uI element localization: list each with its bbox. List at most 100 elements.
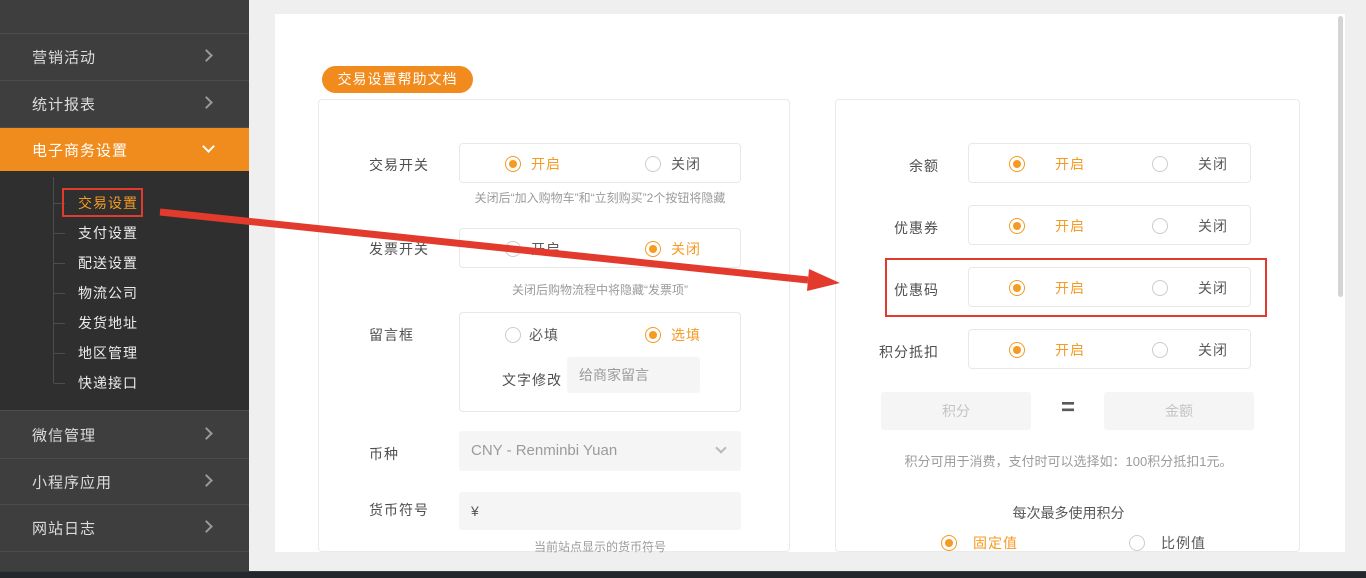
balance-on-label[interactable]: 开启 bbox=[1055, 156, 1085, 173]
submenu-item-label: 快递接口 bbox=[78, 375, 138, 391]
trade-switch-on-radio[interactable] bbox=[505, 156, 521, 172]
sidebar-item-label: 电子商务设置 bbox=[32, 142, 129, 159]
equals-sign: = bbox=[1060, 394, 1075, 421]
sidebar-item-wechat-management[interactable]: 微信管理 bbox=[0, 412, 249, 458]
sidebar-item-label: 营销活动 bbox=[32, 49, 97, 66]
currency-select[interactable]: CNY - Renminbi Yuan bbox=[459, 431, 741, 471]
chevron-down-icon bbox=[202, 139, 215, 153]
message-box-group: 必填 选填 文字修改 bbox=[459, 312, 741, 412]
trade-switch-group: 开启 关闭 bbox=[459, 143, 741, 183]
coupon-off-radio[interactable] bbox=[1152, 218, 1168, 234]
trade-switch-note: 关闭后“加入购物车”和“立刻购买”2个按钮将隐藏 bbox=[474, 191, 726, 205]
promo-code-off-radio[interactable] bbox=[1152, 280, 1168, 296]
sidebar-item-label: 统计报表 bbox=[32, 96, 97, 113]
message-box-label: 留言框 bbox=[369, 327, 414, 343]
message-optional-radio[interactable] bbox=[645, 327, 661, 343]
balance-on-radio[interactable] bbox=[1009, 156, 1025, 172]
amount-input[interactable] bbox=[1104, 392, 1254, 430]
chevron-right-icon bbox=[200, 48, 213, 62]
invoice-switch-on-radio[interactable] bbox=[505, 241, 521, 257]
submenu-item-label: 配送设置 bbox=[78, 255, 138, 271]
main-panel: 交易设置帮助文档 交易开关 开启 关闭 关闭后“加入购物车”和“立刻购买”2个按… bbox=[275, 14, 1345, 554]
coupon-off-label[interactable]: 关闭 bbox=[1198, 218, 1228, 235]
trade-switch-off-label[interactable]: 关闭 bbox=[671, 156, 701, 173]
promo-code-on-label[interactable]: 开启 bbox=[1055, 280, 1085, 297]
sidebar-item-region-management[interactable]: 地区管理 bbox=[0, 338, 249, 368]
chevron-right-icon bbox=[200, 427, 213, 440]
coupon-group: 开启 关闭 bbox=[968, 205, 1251, 245]
submenu-item-label: 地区管理 bbox=[78, 345, 138, 361]
promotion-settings-card: 余额 开启 关闭 优惠券 开启 关闭 优惠码 开启 关闭 积分抵扣 开启 关闭 … bbox=[835, 99, 1300, 552]
coupon-on-radio[interactable] bbox=[1009, 218, 1025, 234]
sidebar-item-reports[interactable]: 统计报表 bbox=[0, 80, 249, 127]
sidebar-item-label: 微信管理 bbox=[32, 427, 97, 445]
trade-switch-on-label[interactable]: 开启 bbox=[531, 156, 561, 173]
max-points-ratio-label[interactable]: 比例值 bbox=[1161, 535, 1206, 552]
invoice-switch-note: 关闭后购物流程中将隐藏“发票项” bbox=[512, 283, 688, 297]
chevron-right-icon bbox=[200, 473, 213, 487]
max-points-ratio-radio[interactable] bbox=[1129, 535, 1145, 551]
balance-off-radio[interactable] bbox=[1152, 156, 1168, 172]
sidebar-item-website-logs[interactable]: 网站日志 bbox=[0, 505, 249, 551]
trade-switch-label: 交易开关 bbox=[369, 157, 429, 173]
invoice-switch-off-label[interactable]: 关闭 bbox=[671, 241, 701, 258]
points-deduction-on-radio[interactable] bbox=[1009, 342, 1025, 358]
chevron-down-icon bbox=[715, 442, 727, 454]
points-deduction-group: 开启 关闭 bbox=[968, 329, 1251, 369]
currency-label: 币种 bbox=[369, 446, 399, 462]
currency-select-value: CNY - Renminbi Yuan bbox=[471, 442, 618, 459]
message-optional-label[interactable]: 选填 bbox=[671, 327, 701, 344]
invoice-switch-label: 发票开关 bbox=[369, 241, 429, 257]
sidebar-item-marketing[interactable]: 营销活动 bbox=[0, 33, 249, 80]
promo-code-off-label[interactable]: 关闭 bbox=[1198, 280, 1228, 297]
trade-switch-off-radio[interactable] bbox=[645, 156, 661, 172]
currency-symbol-label: 货币符号 bbox=[369, 502, 429, 518]
taskbar-edge bbox=[0, 571, 1366, 578]
points-deduction-off-label[interactable]: 关闭 bbox=[1198, 342, 1228, 359]
help-doc-button[interactable]: 交易设置帮助文档 bbox=[322, 66, 473, 93]
message-required-label[interactable]: 必填 bbox=[529, 327, 559, 344]
points-deduction-on-label[interactable]: 开启 bbox=[1055, 342, 1085, 359]
sidebar-item-transaction-settings[interactable]: 交易设置 bbox=[0, 188, 249, 218]
sidebar-item-payment-settings[interactable]: 支付设置 bbox=[0, 218, 249, 248]
max-points-fixed-label[interactable]: 固定值 bbox=[973, 535, 1018, 552]
submenu-item-label: 发货地址 bbox=[78, 315, 138, 331]
message-text-input[interactable] bbox=[567, 357, 700, 393]
currency-symbol-input[interactable] bbox=[459, 492, 741, 530]
max-points-fixed-radio[interactable] bbox=[941, 535, 957, 551]
promo-code-on-radio[interactable] bbox=[1009, 280, 1025, 296]
chevron-right-icon bbox=[200, 520, 213, 533]
sidebar-item-express-interface[interactable]: 快递接口 bbox=[0, 368, 249, 398]
promo-code-label: 优惠码 bbox=[894, 282, 939, 298]
points-input[interactable] bbox=[881, 392, 1031, 430]
balance-group: 开启 关闭 bbox=[968, 143, 1251, 183]
max-points-label: 每次最多使用积分 bbox=[1012, 505, 1125, 521]
sidebar-item-ecommerce-settings[interactable]: 电子商务设置 bbox=[0, 128, 249, 171]
coupon-label: 优惠券 bbox=[894, 220, 939, 236]
trade-settings-card: 交易开关 开启 关闭 关闭后“加入购物车”和“立刻购买”2个按钮将隐藏 发票开关… bbox=[318, 99, 790, 554]
chevron-right-icon bbox=[200, 95, 213, 109]
divider bbox=[0, 551, 249, 552]
sidebar-item-label: 小程序应用 bbox=[32, 474, 113, 491]
sidebar-item-logistics-company[interactable]: 物流公司 bbox=[0, 278, 249, 308]
invoice-switch-group: 开启 关闭 bbox=[459, 228, 741, 268]
sidebar-item-label: 网站日志 bbox=[32, 520, 97, 538]
balance-label: 余额 bbox=[909, 158, 939, 174]
sidebar: 营销活动 统计报表 电子商务设置 交易设置 支付设置 配送设置 物流公司 发货地… bbox=[0, 0, 249, 571]
currency-symbol-note: 当前站点显示的货币符号 bbox=[533, 540, 666, 554]
sidebar-item-delivery-settings[interactable]: 配送设置 bbox=[0, 248, 249, 278]
points-rate-note: 积分可用于消费，支付时可以选择如：100积分抵扣1元。 bbox=[904, 454, 1233, 469]
balance-off-label[interactable]: 关闭 bbox=[1198, 156, 1228, 173]
message-edit-label: 文字修改 bbox=[502, 372, 562, 388]
message-required-radio[interactable] bbox=[505, 327, 521, 343]
sidebar-item-shipping-address[interactable]: 发货地址 bbox=[0, 308, 249, 338]
points-deduction-off-radio[interactable] bbox=[1152, 342, 1168, 358]
invoice-switch-on-label[interactable]: 开启 bbox=[531, 241, 561, 258]
sidebar-submenu: 交易设置 支付设置 配送设置 物流公司 发货地址 地区管理 快递接口 bbox=[0, 171, 249, 410]
coupon-on-label[interactable]: 开启 bbox=[1055, 218, 1085, 235]
submenu-item-label: 支付设置 bbox=[78, 225, 138, 241]
scrollbar-thumb[interactable] bbox=[1338, 16, 1343, 297]
invoice-switch-off-radio[interactable] bbox=[645, 241, 661, 257]
submenu-item-label: 物流公司 bbox=[78, 285, 138, 301]
sidebar-item-miniprogram-apps[interactable]: 小程序应用 bbox=[0, 459, 249, 504]
